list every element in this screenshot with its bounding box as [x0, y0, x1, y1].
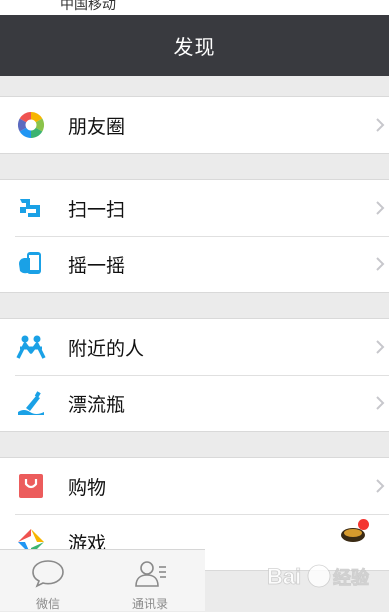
cell-label: 扫一扫: [68, 198, 126, 221]
svg-text:经验: 经验: [333, 567, 370, 588]
group-scan-shake: 扫一扫 摇一摇: [0, 179, 389, 293]
contacts-icon: [135, 561, 166, 587]
cell-moments[interactable]: 朋友圈: [0, 97, 389, 153]
drift-bottle-icon: [18, 391, 44, 415]
tab-label: 微信: [35, 597, 60, 611]
chevron-right-icon: [376, 396, 385, 410]
tab-bar: 微信 通讯录: [0, 549, 205, 611]
tab-label: 通讯录: [131, 597, 168, 611]
cell-shopping[interactable]: 购物: [0, 458, 389, 514]
notification-dot: [358, 519, 369, 530]
status-bar: 中国移动: [0, 0, 389, 15]
cell-label: 朋友圈: [68, 115, 126, 138]
tab-chats[interactable]: 微信: [3, 550, 93, 611]
people-nearby-icon: [16, 335, 46, 359]
navigation-bar: 发现: [0, 15, 389, 76]
chevron-right-icon: [376, 479, 385, 493]
cell-scan[interactable]: 扫一扫: [0, 180, 389, 236]
shopping-icon: [19, 474, 43, 498]
cell-label: 漂流瓶: [68, 393, 126, 416]
page-title: 发现: [173, 35, 216, 59]
chevron-right-icon: [376, 257, 385, 271]
chevron-right-icon: [376, 340, 385, 354]
scan-icon: [20, 199, 40, 217]
shake-icon: [19, 252, 41, 274]
baidu-watermark: Bai 经验: [267, 564, 371, 590]
moments-icon: [17, 111, 45, 139]
svg-text:Bai: Bai: [267, 564, 301, 589]
cell-people-nearby[interactable]: 附近的人: [0, 319, 389, 375]
cell-drift-bottle[interactable]: 漂流瓶: [0, 375, 389, 431]
cell-label: 购物: [68, 476, 107, 499]
carrier-text: 中国移动: [60, 0, 116, 13]
chevron-right-icon: [376, 201, 385, 215]
cell-label: 摇一摇: [68, 254, 126, 277]
cell-shake[interactable]: 摇一摇: [0, 236, 389, 292]
group-moments: 朋友圈: [0, 96, 389, 154]
chevron-right-icon: [376, 118, 385, 132]
tab-contacts[interactable]: 通讯录: [105, 550, 195, 611]
chat-bubble-icon: [32, 560, 64, 588]
cell-label: 附近的人: [68, 337, 145, 360]
group-nearby-bottle: 附近的人 漂流瓶: [0, 318, 389, 432]
